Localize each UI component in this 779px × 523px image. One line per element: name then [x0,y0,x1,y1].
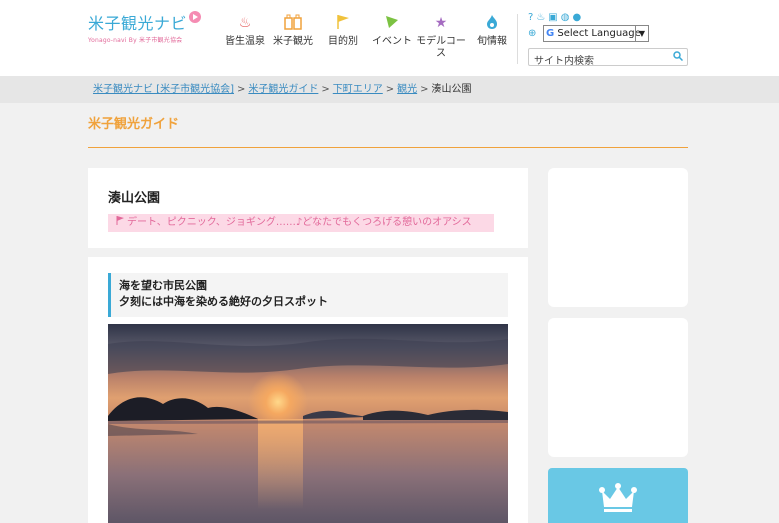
nav-item-label: モデルコース [416,36,466,59]
ranking-button[interactable] [548,468,688,523]
section-title: 米子観光ガイド [88,117,180,132]
google-g-icon: G [546,28,555,39]
nav-item-label: 旬情報 [477,36,507,47]
logo-subtitle: Yonago-navi By 米子市観光協会 [88,37,183,44]
crown-icon [598,483,638,517]
catchphrase: デート、ピクニック、ジョギング……♪どなたでもくつろげる憩いのオアシス [108,214,494,232]
party-flag-icon [367,14,417,34]
map-pin-icon[interactable]: ● [572,12,581,23]
page-title: 湊山公園 [108,191,161,206]
lead-box: 海を望む市民公園 夕刻には中海を染める絶好の夕日スポット [108,273,508,317]
nav-item-label: 皆生温泉 [225,36,265,47]
search-icon[interactable] [673,51,684,64]
site-search [528,48,688,70]
star-icon: ★ [434,15,448,31]
site-logo[interactable]: 米子観光ナビ Yonago-navi By 米子市観光協会 [88,10,213,44]
sunset-photo [108,324,508,523]
flame-icon [467,14,517,34]
nav-item-seasonal[interactable]: 旬情報 [467,14,517,48]
language-select-label: Select Language [557,28,641,39]
nav-item-label: 米子観光 [273,36,313,47]
flag-icon [318,14,368,34]
catchphrase-text: デート、ピクニック、ジョギング……♪どなたでもくつろげる憩いのオアシス [127,217,472,228]
logo-title: 米子観光ナビ [88,14,188,33]
bus-icon[interactable]: ◍ [561,12,570,23]
sidebar-banner-1[interactable] [548,168,688,307]
nav-item-sightseeing[interactable]: 米子観光 [268,14,318,48]
nav-item-label: 目的別 [328,36,358,47]
nav-item-purpose[interactable]: 目的別 [318,14,368,48]
section-divider [88,147,688,148]
nav-item-label: イベント [372,36,412,47]
hot-spring-small-icon[interactable]: ♨ [536,12,545,23]
breadcrumb-current: 湊山公園 [431,84,472,95]
luggage-icon [268,14,318,34]
header-utility: ? ♨ ▣ ◍ ● ⊕ G Select Language ▼ [528,12,688,70]
help-icon[interactable]: ? [528,12,533,23]
nav-item-hot-spring[interactable]: ♨ 皆生温泉 [220,14,270,48]
breadcrumb-link-sightseeing[interactable]: 観光 [397,84,417,95]
play-badge-icon [189,11,202,23]
utility-icons: ? ♨ ▣ ◍ ● [528,12,584,26]
breadcrumb-link-area[interactable]: 下町エリア [333,84,383,95]
article-title-card: 湊山公園 デート、ピクニック、ジョギング……♪どなたでもくつろげる憩いのオアシス [88,168,528,248]
chevron-down-icon: ▼ [635,26,648,41]
train-icon[interactable]: ▣ [548,12,557,23]
site-header: 米子観光ナビ Yonago-navi By 米子市観光協会 ♨ 皆生温泉 米子観… [0,0,779,76]
lead-line-1: 海を望む市民公園 [119,279,207,292]
search-input[interactable] [529,53,669,70]
article-body-card: 海を望む市民公園 夕刻には中海を染める絶好の夕日スポット [88,257,528,523]
hot-spring-icon: ♨ [238,15,252,31]
nav-item-model-course[interactable]: ★ モデルコース [416,14,466,60]
nav-item-event[interactable]: イベント [367,14,417,48]
sidebar-banner-2[interactable] [548,318,688,457]
header-divider [517,14,518,64]
breadcrumb-link-guide[interactable]: 米子観光ガイド [248,84,318,95]
lead-line-2: 夕刻には中海を染める絶好の夕日スポット [119,295,328,308]
breadcrumb-link-home[interactable]: 米子観光ナビ [米子市観光協会] [93,84,234,95]
globe-icon: ⊕ [528,28,537,39]
flag-small-icon [116,214,124,232]
language-select[interactable]: G Select Language ▼ [543,25,649,42]
breadcrumb: 米子観光ナビ [米子市観光協会] > 米子観光ガイド > 下町エリア > 観光 > 湊山公園 [0,76,779,103]
